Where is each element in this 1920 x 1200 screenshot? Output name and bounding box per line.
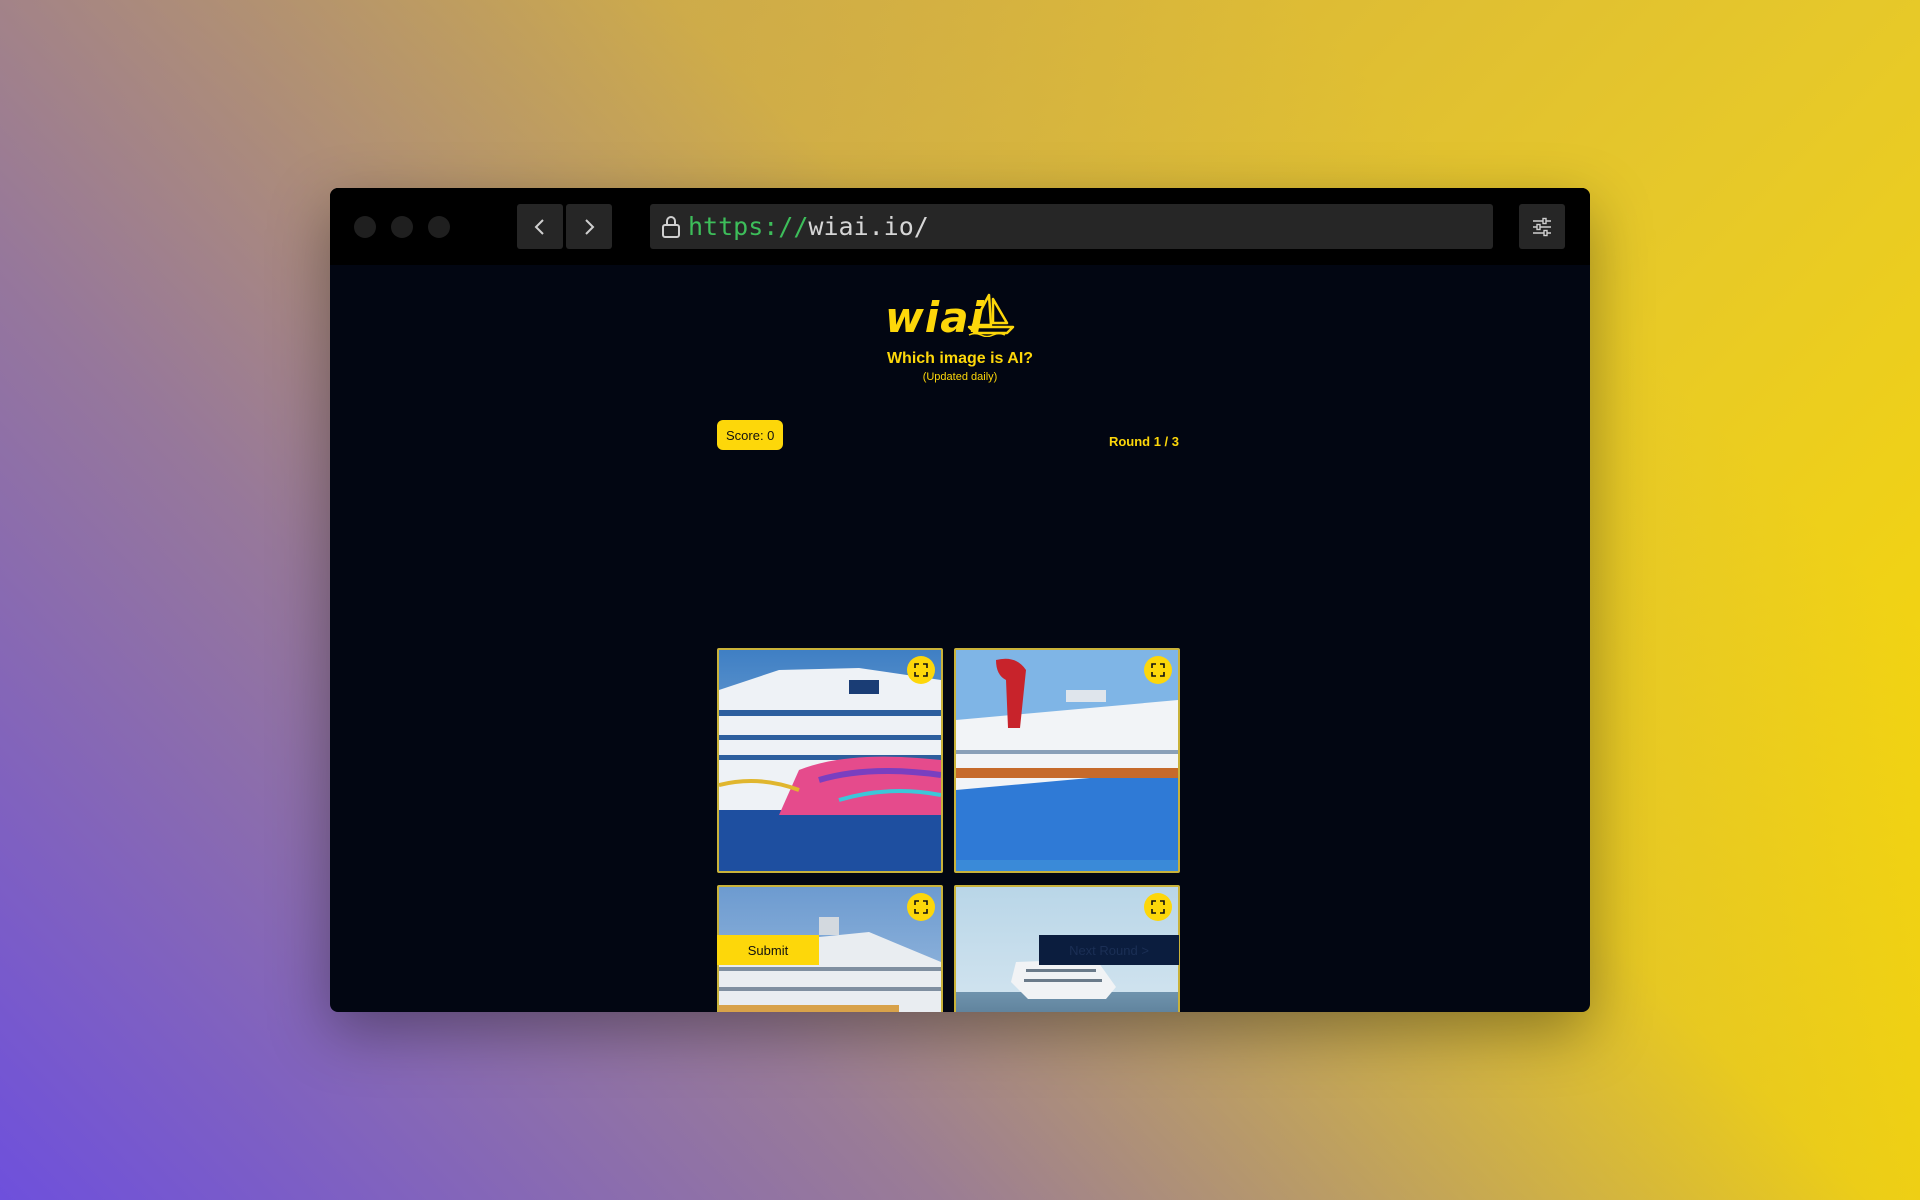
window-minimize-dot[interactable]	[391, 216, 413, 238]
expand-image-button[interactable]	[907, 656, 935, 684]
score-badge: Score: 0	[717, 420, 784, 450]
url-host: wiai.io/	[808, 212, 929, 241]
fullscreen-icon	[1151, 900, 1165, 914]
logo[interactable]: wiai	[885, 293, 1025, 343]
fullscreen-icon	[914, 900, 928, 914]
url-text: https://wiai.io/	[688, 212, 929, 241]
ship-image	[956, 650, 1178, 871]
fullscreen-icon	[1151, 663, 1165, 677]
page-content: wiai Which image is AI? (Updated daily) …	[330, 265, 1590, 1012]
expand-image-button[interactable]	[1144, 656, 1172, 684]
browser-window: https://wiai.io/ wiai Which image is AI?…	[330, 188, 1590, 1012]
sliders-icon	[1533, 217, 1551, 236]
url-protocol: https://	[688, 212, 809, 241]
expand-image-button[interactable]	[1144, 893, 1172, 921]
window-close-dot[interactable]	[354, 216, 376, 238]
browser-toolbar: https://wiai.io/	[330, 188, 1590, 265]
lock-icon	[662, 215, 680, 238]
sailboat-icon	[967, 293, 1015, 337]
submit-button[interactable]: Submit	[717, 935, 819, 965]
page-subtitle: (Updated daily)	[922, 371, 998, 383]
address-bar[interactable]: https://wiai.io/	[650, 204, 1493, 249]
settings-button[interactable]	[1519, 204, 1565, 249]
chevron-right-icon	[585, 218, 595, 235]
forward-button[interactable]	[566, 204, 612, 249]
image-option-2[interactable]	[954, 648, 1180, 873]
image-option-1[interactable]	[717, 648, 943, 873]
window-maximize-dot[interactable]	[428, 216, 450, 238]
page-title: Which image is AI?	[886, 350, 1034, 367]
round-indicator: Round 1 / 3	[1108, 434, 1179, 449]
chevron-left-icon	[534, 218, 544, 235]
next-round-button[interactable]: Next Round >	[1039, 935, 1179, 965]
ship-image	[719, 650, 941, 871]
expand-image-button[interactable]	[907, 893, 935, 921]
back-button[interactable]	[517, 204, 563, 249]
fullscreen-icon	[914, 663, 928, 677]
